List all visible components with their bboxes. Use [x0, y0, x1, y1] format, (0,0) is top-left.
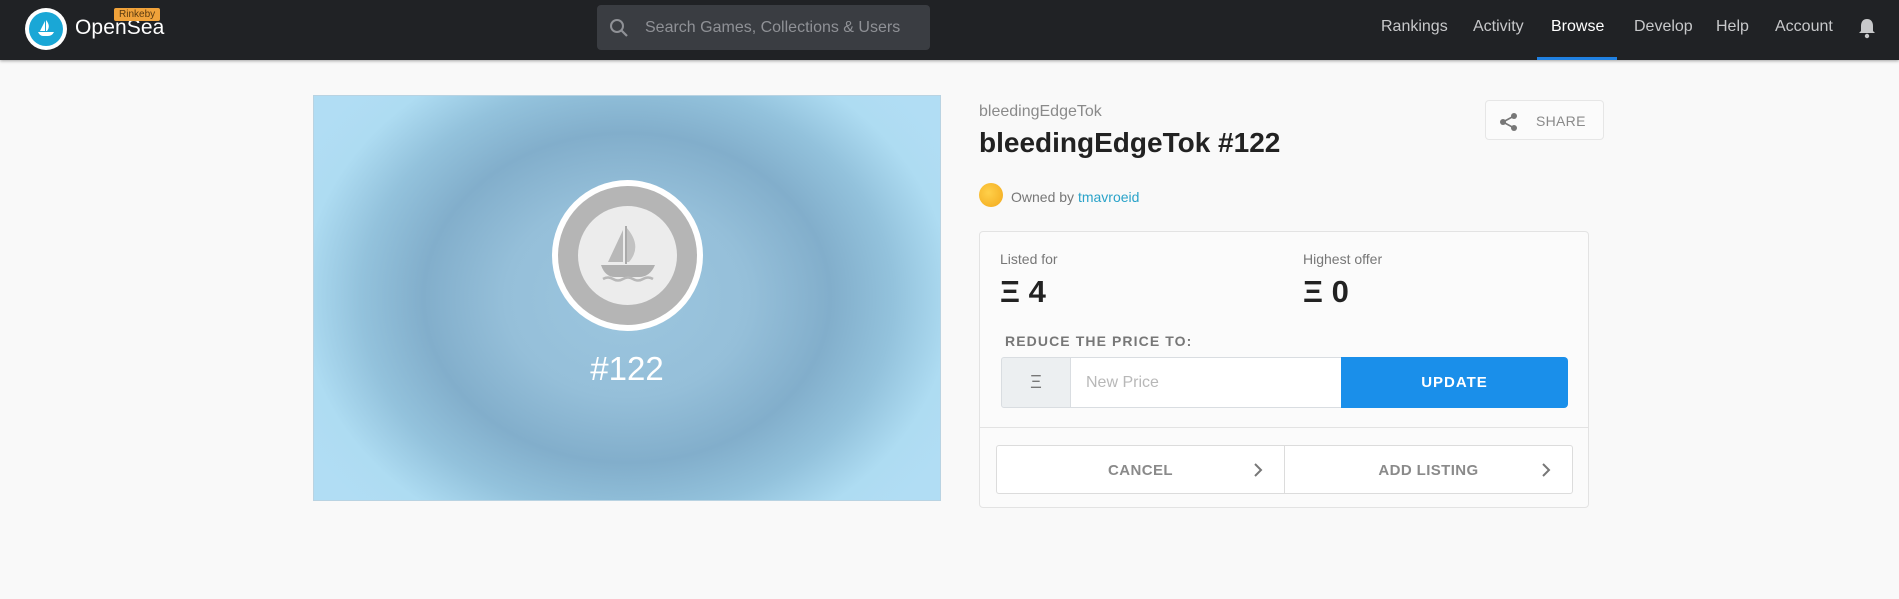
owner-link[interactable]: tmavroeid	[1078, 189, 1139, 205]
owner-avatar[interactable]	[979, 183, 1003, 207]
search-bar[interactable]	[597, 5, 930, 50]
cancel-label: CANCEL	[1108, 462, 1173, 479]
card-divider	[980, 427, 1588, 428]
chevron-right-icon	[1542, 463, 1551, 477]
notification-bell-icon[interactable]	[1857, 17, 1877, 39]
search-icon	[610, 19, 628, 37]
currency-symbol: Ξ	[1001, 357, 1071, 408]
asset-title: bleedingEdgeTok #122	[979, 127, 1281, 158]
network-badge: Rinkeby	[114, 8, 161, 21]
reduce-price-label: REDUCE THE PRICE TO:	[1005, 333, 1193, 349]
ship-logo-icon	[29, 12, 63, 46]
top-navbar: OpenSea Rinkeby Rankings Activity Browse…	[0, 0, 1899, 60]
share-label: SHARE	[1536, 113, 1586, 129]
update-button[interactable]: UPDATE	[1341, 357, 1568, 408]
share-button[interactable]: SHARE	[1485, 100, 1604, 140]
price-card: Listed for Ξ 4 Highest offer Ξ 0 REDUCE …	[979, 231, 1589, 508]
asset-coin	[552, 180, 703, 331]
collection-link[interactable]: bleedingEdgeTok	[979, 103, 1102, 121]
highest-offer-value: Ξ 0	[1303, 274, 1349, 309]
owner-line: Owned by tmavroeid	[1011, 189, 1139, 205]
asset-image-label: #122	[590, 350, 664, 387]
chevron-right-icon	[1254, 463, 1263, 477]
listed-for-value: Ξ 4	[1000, 274, 1046, 309]
listed-for-label: Listed for	[1000, 251, 1058, 267]
search-input[interactable]	[645, 5, 923, 50]
share-icon	[1500, 113, 1517, 131]
nav-browse[interactable]: Browse	[1551, 18, 1604, 36]
nav-develop[interactable]: Develop	[1634, 18, 1693, 36]
opensea-logo[interactable]	[25, 8, 67, 50]
owned-by-label: Owned by	[1011, 189, 1075, 205]
add-listing-button[interactable]: ADD LISTING	[1284, 445, 1573, 494]
nav-rankings[interactable]: Rankings	[1381, 18, 1448, 36]
nav-activity[interactable]: Activity	[1473, 18, 1524, 36]
add-listing-label: ADD LISTING	[1378, 462, 1479, 479]
nav-help[interactable]: Help	[1716, 18, 1749, 36]
active-tab-indicator	[1537, 57, 1617, 60]
asset-image[interactable]: #122	[313, 95, 941, 501]
highest-offer-label: Highest offer	[1303, 251, 1383, 267]
cancel-listing-button[interactable]: CANCEL	[996, 445, 1285, 494]
ship-icon	[601, 226, 655, 282]
nav-account[interactable]: Account	[1775, 18, 1833, 36]
new-price-input[interactable]	[1070, 357, 1342, 408]
